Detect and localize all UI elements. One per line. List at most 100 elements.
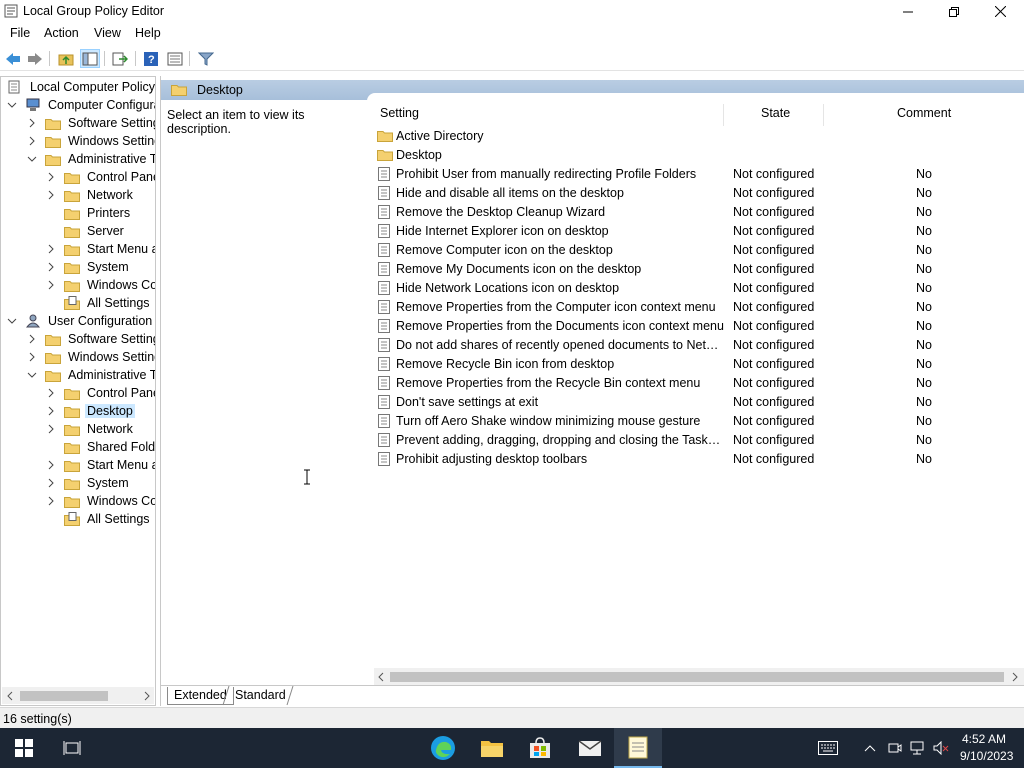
notepad-button[interactable]	[614, 728, 662, 768]
scroll-left-icon[interactable]	[377, 672, 385, 682]
list-item-policy[interactable]: Remove the Desktop Cleanup Wizard Not con…	[377, 203, 1017, 222]
list-item-policy[interactable]: Prohibit adjusting desktop toolbars Not c…	[377, 450, 1017, 469]
list-item-policy[interactable]: Hide Network Locations icon on desktop No…	[377, 279, 1017, 298]
list-horizontal-scrollbar[interactable]	[374, 668, 1024, 685]
tree-item-windows-components[interactable]: Windows Cor	[46, 276, 155, 294]
chevron-down-icon[interactable]	[27, 154, 37, 164]
scroll-right-icon[interactable]	[1011, 672, 1019, 682]
list-item-policy[interactable]: Remove Properties from the Computer icon…	[377, 298, 1017, 317]
menu-help[interactable]: Help	[135, 26, 161, 40]
chevron-right-icon[interactable]	[46, 460, 56, 470]
console-tree[interactable]: Local Computer Policy Computer Configura…	[0, 76, 156, 706]
chevron-right-icon[interactable]	[46, 280, 56, 290]
forward-button[interactable]	[25, 49, 45, 68]
chevron-right-icon[interactable]	[46, 190, 56, 200]
clock-date[interactable]: 9/10/2023	[960, 749, 1013, 763]
tree-item-windows-settings[interactable]: Windows Setting	[27, 348, 155, 366]
menu-view[interactable]: View	[94, 26, 121, 40]
file-explorer-button[interactable]	[468, 728, 516, 768]
menu-action[interactable]: Action	[44, 26, 79, 40]
list-item-policy[interactable]: Remove Properties from the Recycle Bin c…	[377, 374, 1017, 393]
column-divider[interactable]	[723, 104, 724, 126]
chevron-right-icon[interactable]	[46, 172, 56, 182]
help-button[interactable]: ?	[141, 49, 161, 68]
tree-item-network[interactable]: Network	[46, 420, 135, 438]
tree-item-computer-configuration[interactable]: Computer Configura	[7, 96, 155, 114]
chevron-right-icon[interactable]	[46, 478, 56, 488]
settings-list[interactable]: Setting State Comment Active Directory D…	[367, 93, 1024, 685]
chevron-right-icon[interactable]	[27, 334, 37, 344]
chevron-down-icon[interactable]	[7, 100, 17, 110]
tree-item-desktop[interactable]: Desktop	[46, 402, 135, 420]
tree-item-system[interactable]: System	[46, 474, 131, 492]
keyboard-button[interactable]	[818, 740, 838, 756]
close-button[interactable]	[977, 0, 1023, 23]
tree-item-administrative-templates[interactable]: Administrative Te	[27, 150, 155, 168]
filter-button[interactable]	[196, 49, 216, 68]
tree-horizontal-scrollbar[interactable]	[2, 687, 154, 704]
export-list-button[interactable]	[110, 49, 130, 68]
list-item-policy[interactable]: Remove My Documents icon on the desktop N…	[377, 260, 1017, 279]
store-button[interactable]	[516, 728, 564, 768]
list-item-policy[interactable]: Remove Recycle Bin icon from desktop Not …	[377, 355, 1017, 374]
chevron-right-icon[interactable]	[46, 262, 56, 272]
chevron-right-icon[interactable]	[46, 424, 56, 434]
tree-item-printers[interactable]: Printers	[64, 204, 132, 222]
tree-item-software-settings[interactable]: Software Settings	[27, 114, 155, 132]
list-item-policy[interactable]: Remove Computer icon on the desktop Not c…	[377, 241, 1017, 260]
tree-item-system[interactable]: System	[46, 258, 131, 276]
chevron-right-icon[interactable]	[46, 244, 56, 254]
tree-item-server[interactable]: Server	[64, 222, 126, 240]
tree-item-all-settings[interactable]: All Settings	[64, 294, 152, 312]
chevron-down-icon[interactable]	[7, 316, 17, 326]
show-hide-tree-button[interactable]	[80, 49, 100, 68]
column-header-setting[interactable]: Setting	[380, 106, 419, 120]
list-item-policy[interactable]: Prevent adding, dragging, dropping and c…	[377, 431, 1017, 450]
start-button[interactable]	[0, 728, 48, 768]
clock-time[interactable]: 4:52 AM	[962, 732, 1006, 746]
mail-button[interactable]	[566, 728, 614, 768]
list-item-folder[interactable]: Active Directory	[377, 127, 1017, 146]
tree-item-software-settings[interactable]: Software Settings	[27, 330, 155, 348]
tree-item-windows-components[interactable]: Windows Cor	[46, 492, 155, 510]
tree-item-local-computer-policy[interactable]: Local Computer Policy	[7, 78, 155, 96]
list-item-policy[interactable]: Don't save settings at exit Not configure…	[377, 393, 1017, 412]
list-item-policy[interactable]: Hide Internet Explorer icon on desktop No…	[377, 222, 1017, 241]
chevron-right-icon[interactable]	[27, 118, 37, 128]
show-hidden-icons-button[interactable]	[862, 740, 878, 756]
up-folder-button[interactable]	[56, 49, 76, 68]
list-item-policy[interactable]: Do not add shares of recently opened doc…	[377, 336, 1017, 355]
tree-item-all-settings[interactable]: All Settings	[64, 510, 152, 528]
scroll-left-icon[interactable]	[6, 691, 14, 701]
scrollbar-thumb[interactable]	[390, 672, 1004, 682]
scroll-right-icon[interactable]	[143, 691, 151, 701]
meet-now-button[interactable]	[887, 740, 903, 756]
back-button[interactable]	[3, 49, 23, 68]
network-button[interactable]	[910, 740, 926, 756]
list-item-policy[interactable]: Hide and disable all items on the deskto…	[377, 184, 1017, 203]
scrollbar-thumb[interactable]	[20, 691, 108, 701]
chevron-right-icon[interactable]	[27, 136, 37, 146]
task-view-button[interactable]	[48, 728, 96, 768]
edge-button[interactable]	[419, 728, 467, 768]
column-header-state[interactable]: State	[761, 106, 790, 120]
column-divider[interactable]	[823, 104, 824, 126]
chevron-down-icon[interactable]	[27, 370, 37, 380]
minimize-button[interactable]	[885, 0, 931, 23]
volume-button[interactable]	[933, 740, 949, 756]
tree-item-control-panel[interactable]: Control Panel	[46, 168, 155, 186]
restore-button[interactable]	[931, 0, 977, 23]
chevron-right-icon[interactable]	[27, 352, 37, 362]
list-item-policy[interactable]: Prohibit User from manually redirecting …	[377, 165, 1017, 184]
list-item-policy[interactable]: Turn off Aero Shake window minimizing mo…	[377, 412, 1017, 431]
tree-item-windows-settings[interactable]: Windows Setting	[27, 132, 155, 150]
chevron-right-icon[interactable]	[46, 388, 56, 398]
list-item-policy[interactable]: Remove Properties from the Documents ico…	[377, 317, 1017, 336]
tree-item-control-panel[interactable]: Control Panel	[46, 384, 155, 402]
tree-item-shared-folders[interactable]: Shared Folder	[64, 438, 155, 456]
tree-item-start-menu[interactable]: Start Menu ar	[46, 456, 155, 474]
tree-item-start-menu[interactable]: Start Menu ar	[46, 240, 155, 258]
tab-standard[interactable]: Standard	[229, 687, 292, 705]
list-item-folder[interactable]: Desktop	[377, 146, 1017, 165]
menu-file[interactable]: File	[10, 26, 30, 40]
